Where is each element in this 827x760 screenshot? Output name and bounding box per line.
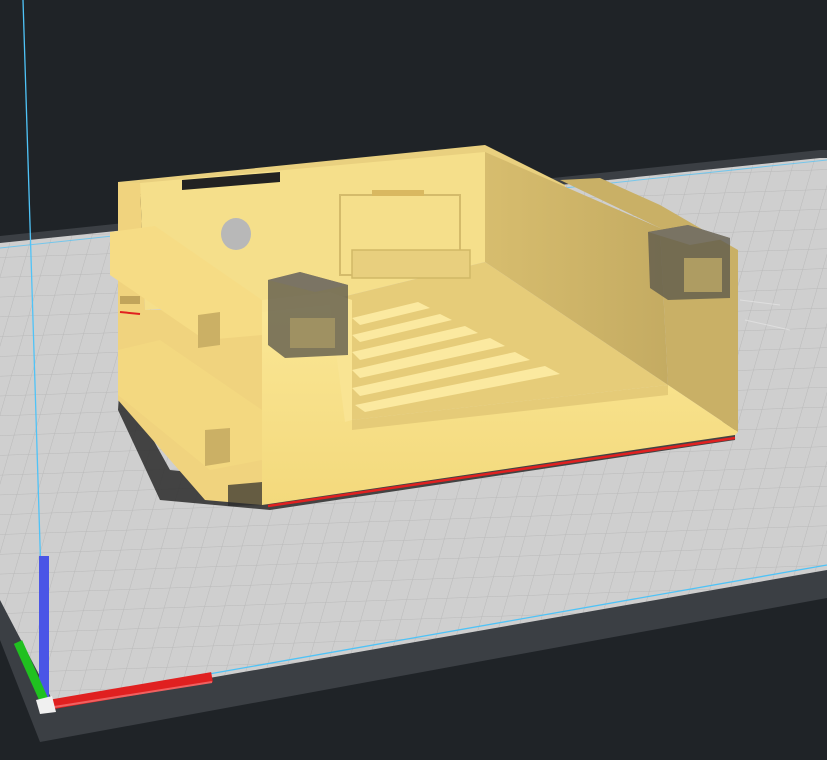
clip-right-back[interactable] xyxy=(648,225,730,300)
enclosure-box[interactable] xyxy=(110,145,738,508)
clip-left-front[interactable] xyxy=(268,272,348,358)
back-wall-round-hole xyxy=(221,218,251,250)
build-plate-scene[interactable] xyxy=(0,0,827,760)
3d-viewport[interactable] xyxy=(0,0,827,760)
